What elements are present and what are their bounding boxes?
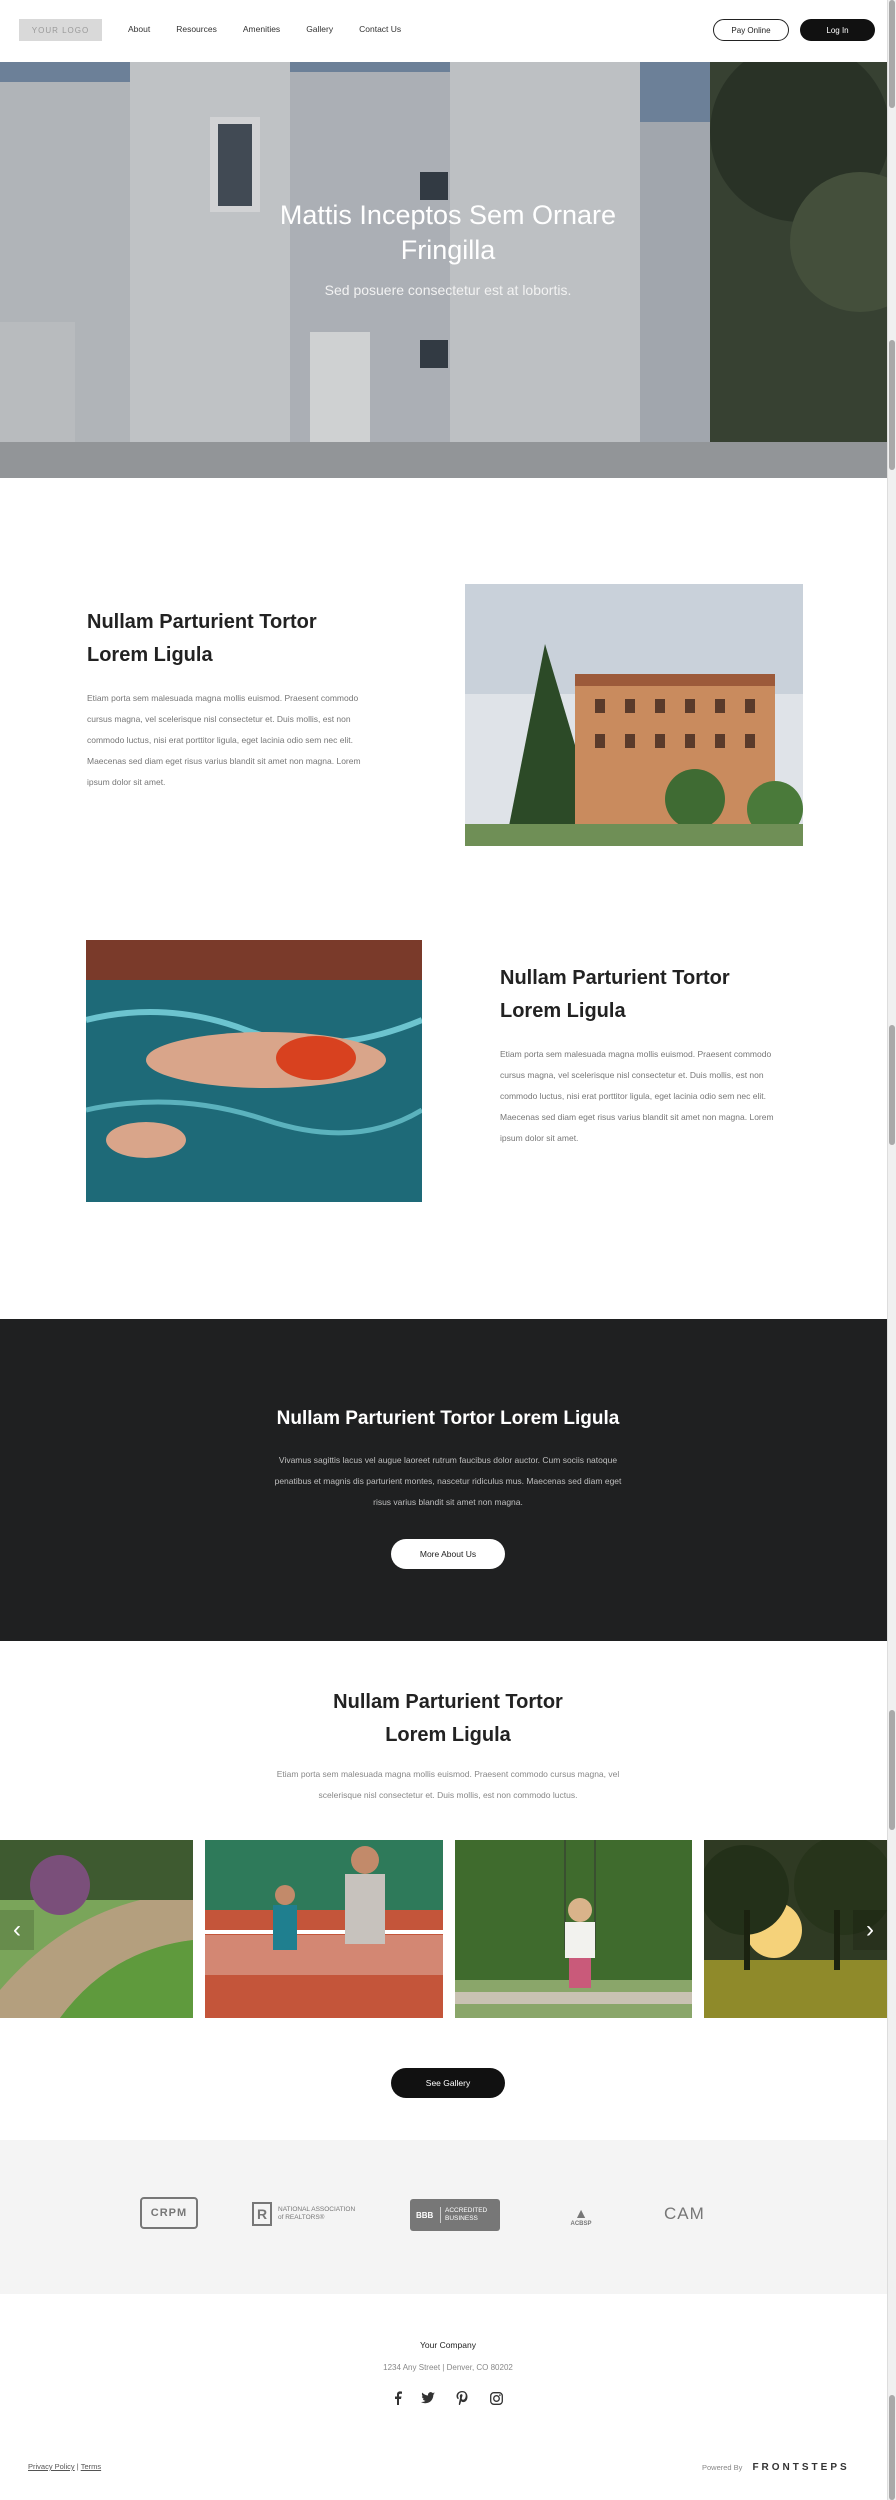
nav-gallery[interactable]: Gallery [306, 24, 333, 34]
frontsteps-logo[interactable]: FRONTSTEPS [752, 2462, 849, 2473]
hero-image [0, 62, 887, 478]
crpm-logo: CRPM [140, 2197, 198, 2229]
gallery-title: Nullam Parturient Tortor Lorem Ligula [333, 1691, 563, 1746]
hero-title: Mattis Inceptos Sem Ornare Fringilla [279, 200, 617, 265]
instagram-icon[interactable] [488, 2390, 504, 2406]
pinterest-icon[interactable] [454, 2390, 470, 2406]
chevron-left-icon: ‹ [13, 1916, 21, 1943]
legal-links: Privacy Policy | Terms [28, 2462, 101, 2471]
feature1-title: Nullam Parturient Tortor Lorem Ligula [87, 611, 317, 666]
twitter-icon[interactable] [420, 2390, 436, 2406]
scrollbar-segment [889, 340, 895, 470]
feature2-photo [86, 940, 422, 1202]
site-header: YOUR LOGO About Resources Amenities Gall… [0, 0, 887, 62]
about-body: Vivamus sagittis lacus vel augue laoreet… [274, 1455, 622, 1507]
scrollbar-thumb[interactable] [889, 0, 895, 108]
gallery-next-button[interactable]: › [853, 1910, 887, 1950]
log-in-button[interactable]: Log In [800, 19, 875, 41]
more-about-us-button[interactable]: More About Us [391, 1539, 505, 1569]
feature1-photo [465, 584, 803, 846]
gallery-image-tennis[interactable] [205, 1840, 443, 2018]
gallery-prev-button[interactable]: ‹ [0, 1910, 34, 1950]
scrollbar-segment [889, 1710, 895, 1830]
legal-separator: | [76, 2462, 79, 2471]
pay-online-button[interactable]: Pay Online [713, 19, 789, 41]
acbsp-logo: ▲ ACBSP [570, 2205, 592, 2227]
nav-resources[interactable]: Resources [176, 24, 217, 34]
cam-logo: CAM [664, 2204, 705, 2223]
scrollbar-segment [889, 1025, 895, 1145]
about-title: Nullam Parturient Tortor Lorem Ligula [276, 1408, 620, 1429]
main-nav: About Resources Amenities Gallery Contac… [128, 24, 427, 34]
gallery-image-swing[interactable] [455, 1840, 692, 2018]
nav-about[interactable]: About [128, 24, 150, 34]
scrollbar-segment [889, 2395, 895, 2500]
hero-subtitle: Sed posuere consectetur est at lobortis. [324, 282, 572, 298]
bbb-logo: BBB ACCREDITED BUSINESS [410, 2199, 500, 2231]
chevron-right-icon: › [866, 1916, 874, 1943]
partners-band: CRPM R NATIONAL ASSOCIATION of REALTORS®… [0, 2140, 887, 2294]
footer-address: 1234 Any Street | Denver, CO 80202 [383, 2363, 513, 2372]
site-logo[interactable]: YOUR LOGO [19, 19, 102, 41]
see-gallery-button[interactable]: See Gallery [391, 2068, 505, 2098]
powered-by: Powered By FRONTSTEPS [702, 2462, 850, 2473]
realtor-mark-icon: R [252, 2202, 272, 2226]
hero-banner: Mattis Inceptos Sem Ornare Fringilla Sed… [0, 62, 887, 478]
footer-company: Your Company [420, 2340, 476, 2350]
privacy-policy-link[interactable]: Privacy Policy [28, 2462, 75, 2471]
feature1-body: Etiam porta sem malesuada magna mollis e… [87, 693, 361, 787]
nav-contact-us[interactable]: Contact Us [359, 24, 401, 34]
nav-amenities[interactable]: Amenities [243, 24, 280, 34]
gallery-body: Etiam porta sem malesuada magna mollis e… [276, 1769, 620, 1800]
nar-logo: R NATIONAL ASSOCIATION of REALTORS® [252, 2200, 358, 2228]
terms-link[interactable]: Terms [81, 2462, 101, 2471]
triangle-icon: ▲ [574, 2205, 588, 2221]
page: YOUR LOGO About Resources Amenities Gall… [0, 0, 896, 2500]
feature2-title: Nullam Parturient Tortor Lorem Ligula [500, 967, 730, 1022]
powered-by-label: Powered By [702, 2463, 743, 2472]
feature2-body: Etiam porta sem malesuada magna mollis e… [500, 1049, 774, 1143]
facebook-icon[interactable] [390, 2390, 406, 2406]
